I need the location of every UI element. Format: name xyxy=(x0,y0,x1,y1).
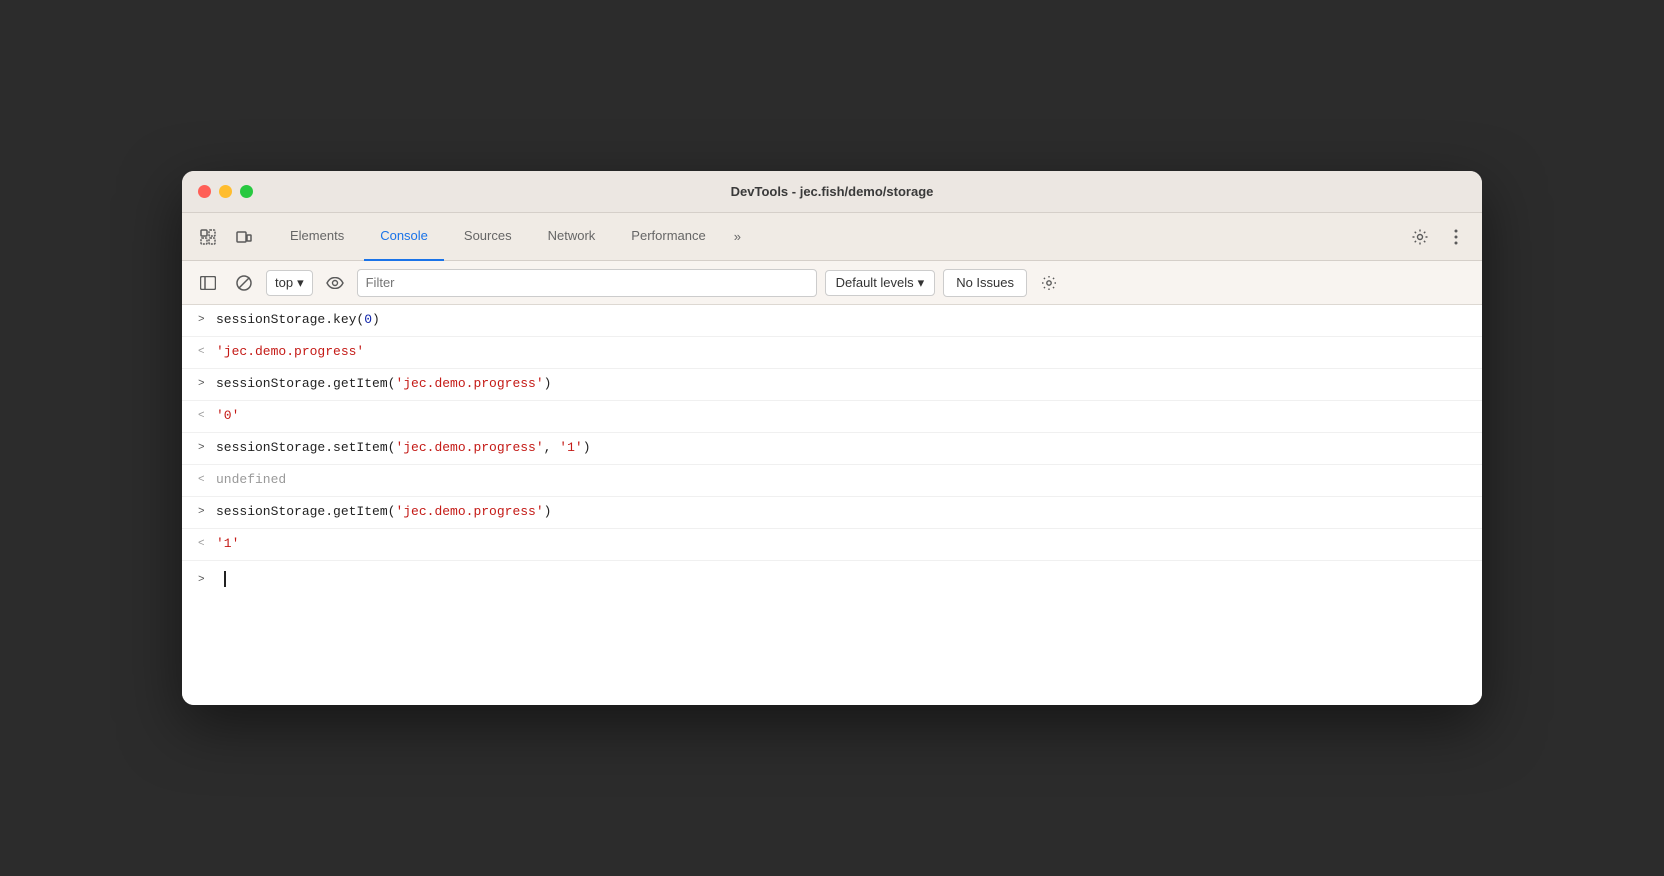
input-arrow: > xyxy=(198,312,208,330)
output-arrow: < xyxy=(198,472,208,490)
clear-console-icon[interactable] xyxy=(230,269,258,297)
minimize-button[interactable] xyxy=(219,185,232,198)
console-settings-icon[interactable] xyxy=(1035,269,1063,297)
tab-console[interactable]: Console xyxy=(364,213,444,261)
console-line: > sessionStorage.getItem('jec.demo.progre… xyxy=(182,369,1482,401)
device-toggle-icon[interactable] xyxy=(230,223,258,251)
line-content[interactable]: '0' xyxy=(216,406,1466,427)
filter-input[interactable] xyxy=(357,269,817,297)
context-selector[interactable]: top ▾ xyxy=(266,270,313,296)
console-line: < '0' xyxy=(182,401,1482,433)
line-content[interactable]: sessionStorage.getItem('jec.demo.progres… xyxy=(216,502,1466,523)
input-arrow: > xyxy=(198,376,208,394)
settings-icon[interactable] xyxy=(1406,223,1434,251)
line-content[interactable]: 'jec.demo.progress' xyxy=(216,342,1466,363)
cursor xyxy=(224,571,226,587)
maximize-button[interactable] xyxy=(240,185,253,198)
tab-sources[interactable]: Sources xyxy=(448,213,528,261)
log-levels-selector[interactable]: Default levels ▾ xyxy=(825,270,936,296)
console-line: < '1' xyxy=(182,529,1482,561)
tab-bar: Elements Console Sources Network Perform… xyxy=(182,213,1482,261)
input-arrow: > xyxy=(198,504,208,522)
output-arrow: < xyxy=(198,344,208,362)
output-arrow: < xyxy=(198,408,208,426)
console-line: < undefined xyxy=(182,465,1482,497)
tab-bar-icons xyxy=(194,223,258,251)
tab-performance[interactable]: Performance xyxy=(615,213,721,261)
line-content[interactable]: sessionStorage.getItem('jec.demo.progres… xyxy=(216,374,1466,395)
console-line: > sessionStorage.getItem('jec.demo.progre… xyxy=(182,497,1482,529)
console-input-line[interactable]: > xyxy=(182,561,1482,598)
cursor-arrow: > xyxy=(198,572,208,590)
more-tabs-button[interactable]: » xyxy=(726,219,749,254)
more-options-icon[interactable] xyxy=(1442,223,1470,251)
console-toolbar: top ▾ Default levels ▾ No Issues xyxy=(182,261,1482,305)
console-line: > sessionStorage.key(0) xyxy=(182,305,1482,337)
console-output: > sessionStorage.key(0) < 'jec.demo.progres… xyxy=(182,305,1482,705)
line-content[interactable]: '1' xyxy=(216,534,1466,555)
line-content[interactable]: undefined xyxy=(216,470,1466,491)
line-content[interactable]: sessionStorage.key(0) xyxy=(216,310,1466,331)
close-button[interactable] xyxy=(198,185,211,198)
console-line: < 'jec.demo.progress' xyxy=(182,337,1482,369)
dropdown-arrow-icon: ▾ xyxy=(297,275,304,291)
tab-elements[interactable]: Elements xyxy=(274,213,360,261)
tab-bar-right xyxy=(1406,223,1470,251)
output-arrow: < xyxy=(198,536,208,554)
no-issues-button[interactable]: No Issues xyxy=(943,269,1027,297)
tab-network[interactable]: Network xyxy=(532,213,612,261)
console-line: > sessionStorage.setItem('jec.demo.progre… xyxy=(182,433,1482,465)
dropdown-arrow-icon: ▾ xyxy=(918,275,925,291)
input-arrow: > xyxy=(198,440,208,458)
devtools-window: DevTools - jec.fish/demo/storage Eleme xyxy=(182,171,1482,705)
window-title: DevTools - jec.fish/demo/storage xyxy=(731,184,934,199)
title-bar: DevTools - jec.fish/demo/storage xyxy=(182,171,1482,213)
traffic-lights xyxy=(198,185,253,198)
sidebar-toggle-icon[interactable] xyxy=(194,269,222,297)
line-content[interactable]: sessionStorage.setItem('jec.demo.progres… xyxy=(216,438,1466,459)
select-element-icon[interactable] xyxy=(194,223,222,251)
eye-icon[interactable] xyxy=(321,269,349,297)
